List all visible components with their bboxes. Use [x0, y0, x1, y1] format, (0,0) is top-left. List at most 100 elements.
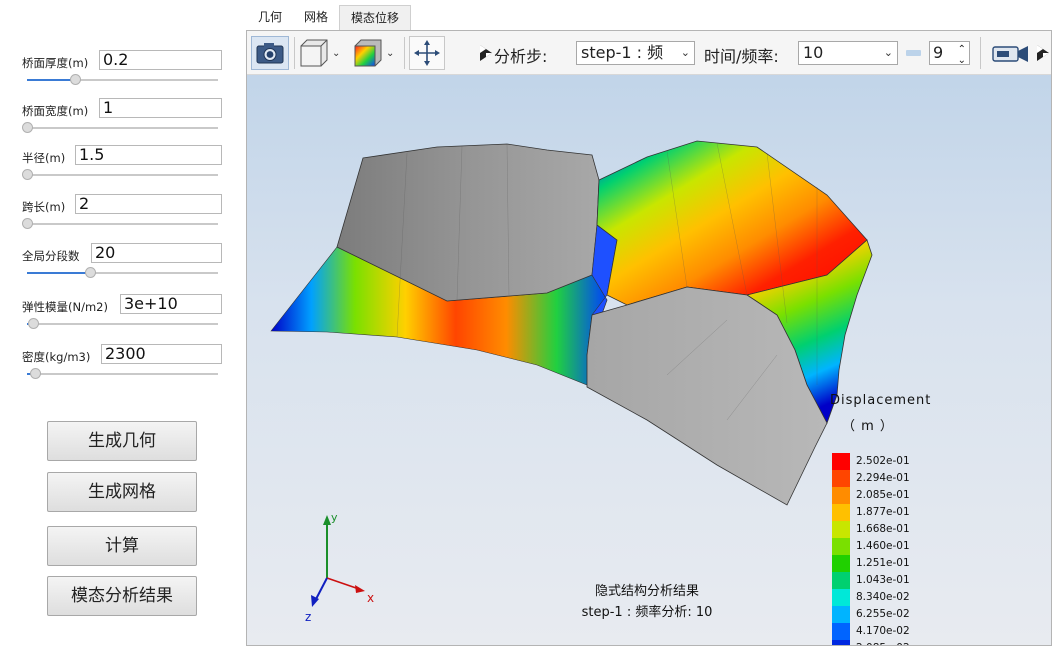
play-toggle-icon[interactable] [1037, 45, 1049, 61]
elastic-modulus-input[interactable]: 3e+10 [120, 294, 222, 314]
slider-handle[interactable] [22, 169, 33, 180]
param-radius: 半径(m) 1.5 [22, 145, 222, 191]
caption-subtitle: step-1 : 频率分析: 10 [581, 605, 713, 620]
tab-mesh[interactable]: 网格 [293, 5, 339, 30]
frame-slider[interactable] [906, 50, 921, 56]
segment-count-slider[interactable] [27, 267, 218, 278]
slider-handle[interactable] [22, 122, 33, 133]
legend-value-label: 1.043e-01 [856, 574, 910, 586]
deck-thickness-input[interactable]: 0.2 [99, 50, 222, 70]
legend-color-swatch [832, 572, 850, 589]
step-toggle-icon[interactable] [480, 45, 492, 61]
slider-handle[interactable] [22, 218, 33, 229]
legend-value-label: 6.255e-02 [856, 608, 910, 620]
tab-geometry[interactable]: 几何 [247, 5, 293, 30]
radius-input[interactable]: 1.5 [75, 145, 222, 165]
time-frequency-select[interactable]: 10 ⌄ [798, 41, 898, 65]
legend-value-label: 1.877e-01 [856, 506, 910, 518]
legend-color-swatch [832, 504, 850, 521]
legend-color-swatch [832, 521, 850, 538]
axis-label-z: z [305, 610, 311, 624]
toolbar-separator [294, 37, 295, 69]
legend-value-label: 1.251e-01 [856, 557, 910, 569]
deck-width-slider[interactable] [22, 122, 218, 133]
spin-down-icon[interactable]: ⌄ [958, 50, 966, 72]
frame-spinbox[interactable]: 9 ⌃ ⌄ [929, 41, 970, 66]
generate-mesh-button[interactable]: 生成网格 [47, 472, 197, 512]
legend-color-swatch [832, 555, 850, 572]
legend-color-swatch [832, 538, 850, 555]
legend-title: Displacement [830, 393, 932, 408]
param-label: 密度(kg/m3) [22, 350, 91, 364]
svg-text:⌄: ⌄ [332, 48, 340, 59]
generate-geometry-button[interactable]: 生成几何 [47, 421, 197, 461]
3d-viewport[interactable]: y x z 2.502e-01 2.294e-01 2.085e-01 1.877e-… [247, 75, 1051, 646]
chevron-down-icon: ⌄ [680, 46, 690, 59]
colormap-cube-icon[interactable]: ⌄ [351, 36, 397, 70]
viewer-toolbar: ⌄ ⌄ 分析步: step-1: 频 ⌄ 时间/频率: 10 ⌄ 9 ⌃ ⌄ [247, 31, 1051, 75]
param-deck-width: 桥面宽度(m) 1 [22, 98, 222, 144]
toolbar-separator [404, 37, 405, 69]
modal-results-button[interactable]: 模态分析结果 [47, 576, 197, 616]
legend-unit: （ m ） [842, 419, 894, 434]
deck-thickness-slider[interactable] [27, 74, 218, 85]
time-frequency-label: 时间/频率: [704, 47, 779, 66]
param-label: 桥面宽度(m) [22, 104, 89, 118]
radius-slider[interactable] [22, 169, 218, 180]
legend-colorbar: 2.502e-01 2.294e-01 2.085e-01 1.877e-01 1.66… [832, 453, 910, 646]
span-length-input[interactable]: 2 [75, 194, 222, 214]
axis-label-y: y [331, 511, 338, 524]
density-input[interactable]: 2300 [101, 344, 222, 364]
legend-value-label: 1.668e-01 [856, 523, 910, 535]
step-select-value: step-1 : 频 [581, 43, 664, 62]
axis-triad: y x z [305, 511, 374, 624]
legend-value-label: 2.085e-02 [856, 642, 910, 646]
param-label: 全局分段数 [22, 249, 80, 263]
frame-spinbox-value: 9 [933, 43, 944, 62]
video-camera-icon[interactable] [992, 43, 1030, 65]
svg-text:⌄: ⌄ [386, 48, 394, 59]
param-label: 弹性模量(N/m2) [22, 300, 108, 314]
legend-value-label: 2.085e-01 [856, 489, 910, 501]
density-slider[interactable] [27, 368, 218, 379]
caption-title: 隐式结构分析结果 [594, 584, 699, 599]
fit-view-icon[interactable] [409, 36, 445, 70]
parameter-panel: 桥面厚度(m) 0.2 桥面宽度(m) 1 半径(m) 1.5 跨长(m) 2 … [0, 0, 240, 652]
toolbar-separator [980, 37, 981, 69]
chevron-down-icon: ⌄ [883, 46, 893, 59]
segment-count-input[interactable]: 20 [91, 243, 222, 263]
compute-button[interactable]: 计算 [47, 526, 197, 566]
slider-fill [27, 79, 75, 81]
slider-fill [27, 272, 91, 274]
tab-modal-displacement[interactable]: 模态位移 [339, 5, 412, 30]
view-tabs: 几何 网格 模态位移 [247, 5, 412, 30]
param-span-length: 跨长(m) 2 [22, 194, 222, 240]
param-label: 桥面厚度(m) [22, 56, 89, 70]
legend-color-swatch [832, 623, 850, 640]
camera-icon[interactable] [251, 36, 289, 70]
legend-value-label: 4.170e-02 [856, 625, 910, 637]
legend-value-label: 2.294e-01 [856, 472, 910, 484]
legend-value-label: 1.460e-01 [856, 540, 910, 552]
cube-view-icon[interactable]: ⌄ [297, 36, 343, 70]
slider-handle[interactable] [27, 318, 39, 329]
legend-color-swatch [832, 453, 850, 470]
param-deck-thickness: 桥面厚度(m) 0.2 [22, 50, 222, 96]
span-length-slider[interactable] [22, 218, 218, 229]
deck-width-input[interactable]: 1 [99, 98, 222, 118]
slider-handle[interactable] [85, 267, 97, 278]
param-label: 半径(m) [22, 151, 66, 165]
step-select[interactable]: step-1 : 频 ⌄ [576, 41, 695, 65]
legend-color-swatch [832, 470, 850, 487]
deformed-mesh-render: y x z 2.502e-01 2.294e-01 2.085e-01 1.877e-… [270, 140, 910, 646]
result-viewer: ⌄ ⌄ 分析步: step-1: 频 ⌄ 时间/频率: 10 ⌄ 9 ⌃ ⌄ … [246, 30, 1052, 646]
legend-color-swatch [832, 589, 850, 606]
param-segment-count: 全局分段数 20 [22, 243, 222, 289]
param-label: 跨长(m) [22, 200, 66, 214]
elastic-modulus-slider[interactable] [27, 318, 218, 329]
param-elastic-modulus: 弹性模量(N/m2) 3e+10 [22, 294, 222, 340]
step-label: 分析步: [494, 47, 548, 66]
slider-handle[interactable] [69, 74, 81, 85]
slider-handle[interactable] [29, 368, 41, 379]
legend-value-label: 2.502e-01 [856, 455, 910, 467]
